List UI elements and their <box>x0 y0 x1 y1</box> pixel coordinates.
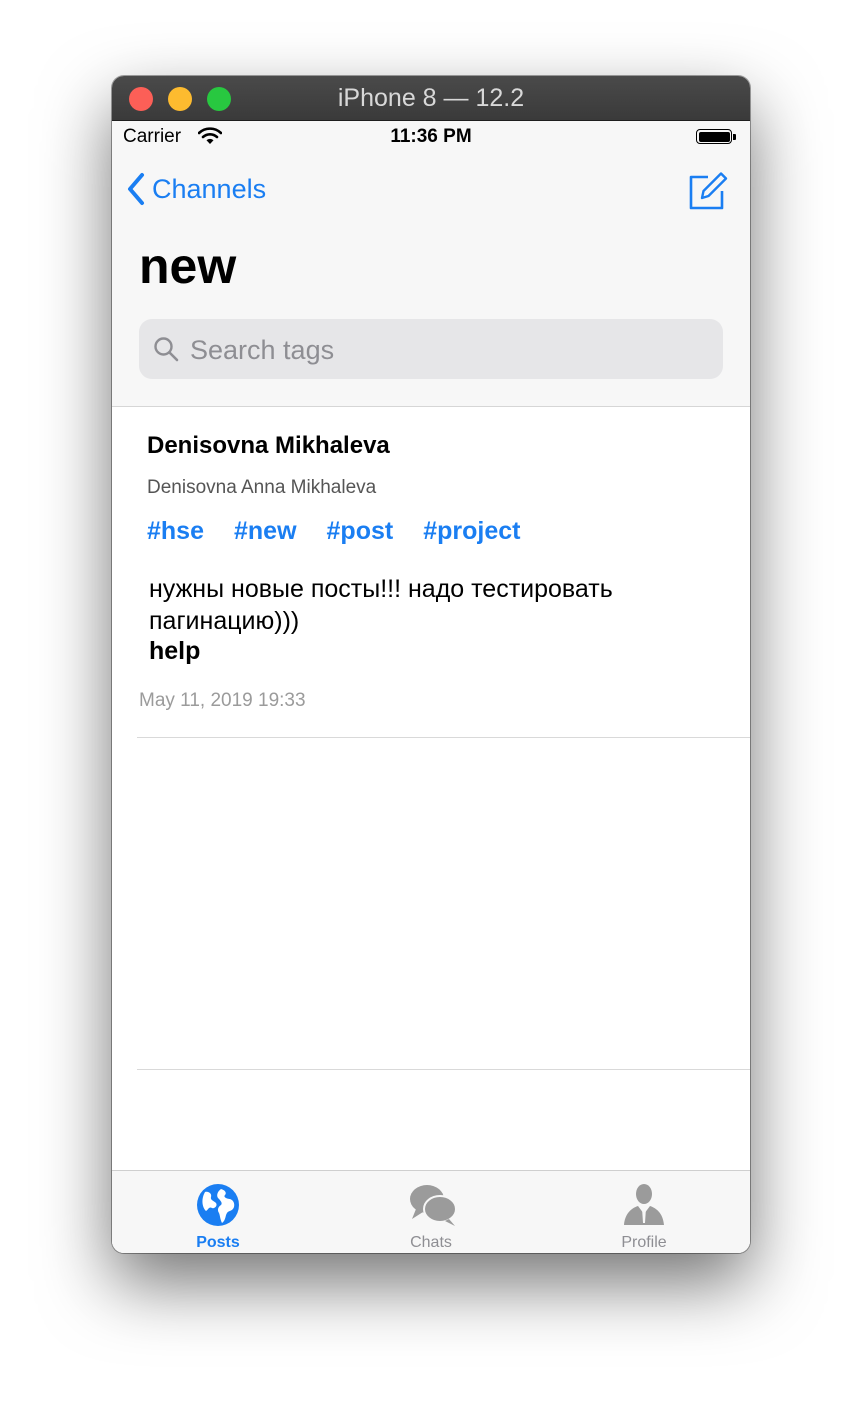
tag-post[interactable]: #post <box>327 517 394 546</box>
window-titlebar: iPhone 8 — 12.2 <box>112 76 750 121</box>
status-time: 11:36 PM <box>390 126 472 147</box>
page-title: new <box>139 238 237 294</box>
post-cell[interactable]: Denisovna Mikhaleva Denisovna Anna Mikha… <box>112 407 750 737</box>
post-tags: #hse #new #post #project <box>147 517 520 546</box>
back-button[interactable]: Channels <box>126 172 266 206</box>
tag-project[interactable]: #project <box>423 517 520 546</box>
post-author-name: Denisovna Mikhaleva <box>147 432 390 459</box>
tab-profile[interactable]: Profile <box>538 1171 750 1253</box>
search-bar[interactable] <box>139 319 723 381</box>
compose-icon[interactable] <box>688 171 730 211</box>
navigation-header: Carrier 11:36 PM Channels new <box>112 121 750 407</box>
chat-bubbles-icon <box>410 1185 457 1226</box>
tab-posts-label: Posts <box>196 1234 240 1251</box>
post-author-full-name: Denisovna Anna Mikhaleva <box>147 477 377 498</box>
search-icon <box>154 337 179 362</box>
post-text: нужны новые посты!!! надо тестировать па… <box>149 575 613 635</box>
battery-icon <box>696 129 732 144</box>
post-date: May 11, 2019 19:33 <box>139 690 306 711</box>
tab-posts[interactable]: Posts <box>112 1171 324 1253</box>
globe-icon <box>197 1184 239 1226</box>
tab-profile-label: Profile <box>621 1234 667 1251</box>
cell-divider <box>137 737 750 738</box>
phone-screen: Carrier 11:36 PM Channels new Search tag… <box>112 121 750 1253</box>
window-title: iPhone 8 — 12.2 <box>337 84 525 112</box>
simulator-window: iPhone 8 — 12.2 Carrier 11:36 PM Channel… <box>112 76 750 1253</box>
tab-chats-label: Chats <box>410 1234 452 1251</box>
cell-divider <box>137 1069 750 1070</box>
person-icon <box>624 1184 664 1225</box>
chevron-left-icon <box>128 173 144 205</box>
tag-new[interactable]: #new <box>234 517 297 546</box>
search-input[interactable] <box>188 319 712 381</box>
back-button-label: Channels <box>152 173 267 204</box>
tag-hse[interactable]: #hse <box>147 517 204 546</box>
tab-bar: Posts Chats Profile <box>112 1170 750 1253</box>
battery-tip <box>733 134 736 140</box>
tab-chats[interactable]: Chats <box>325 1171 537 1253</box>
post-bold-text: help <box>149 637 201 665</box>
